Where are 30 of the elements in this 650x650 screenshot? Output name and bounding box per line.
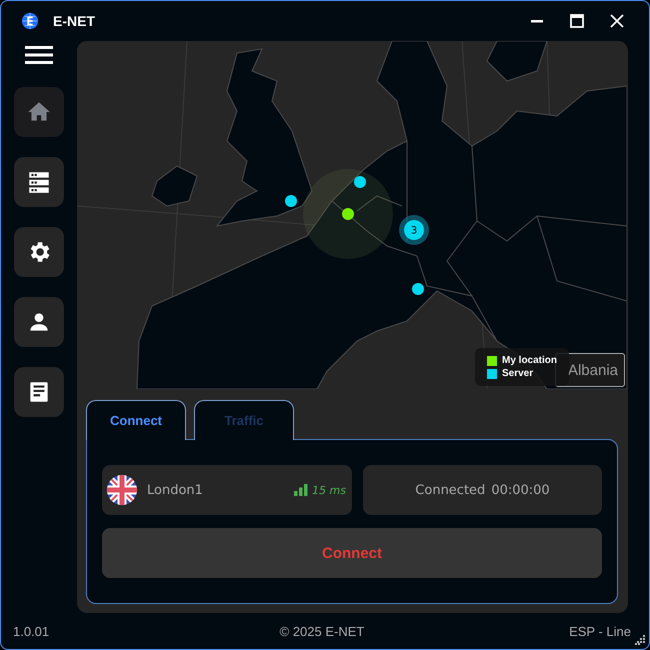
maximize-icon <box>570 14 584 28</box>
legend-label: Server <box>502 368 534 380</box>
close-icon <box>610 14 624 28</box>
window-title: E-NET <box>53 13 95 29</box>
menu-button[interactable] <box>25 45 53 65</box>
sidebar-button[interactable] <box>14 227 64 277</box>
server-marker[interactable] <box>354 176 366 188</box>
connection-timer: 00:00:00 <box>491 482 550 498</box>
connection-status: Connected <box>415 482 486 498</box>
ping-time: 15 ms <box>312 484 346 496</box>
sidebar-button[interactable] <box>14 157 64 207</box>
copyright-text: © 2025 E-NET <box>278 624 366 639</box>
globe-logo-icon <box>21 12 39 30</box>
server-name: London1 <box>147 482 203 498</box>
version-label: 1.0.01 <box>13 624 50 639</box>
region-label: ESP - Line <box>568 624 631 639</box>
server-marker[interactable] <box>285 195 297 207</box>
sidebar-button[interactable] <box>14 297 64 347</box>
menu-icon <box>25 45 53 65</box>
sidebar-button[interactable] <box>14 367 64 417</box>
resize-grip-icon[interactable] <box>635 635 645 645</box>
server-card[interactable]: London1 15 ms <box>102 465 352 515</box>
legend-label: My location <box>502 354 558 366</box>
signal-bars-icon <box>294 484 308 496</box>
location-marker[interactable] <box>342 208 354 220</box>
tab[interactable]: Connect <box>86 400 186 440</box>
server-marker[interactable] <box>412 283 424 295</box>
maximize-button[interactable] <box>567 11 587 31</box>
cluster-marker[interactable]: 3 <box>399 215 429 245</box>
flag-icon <box>107 475 137 505</box>
